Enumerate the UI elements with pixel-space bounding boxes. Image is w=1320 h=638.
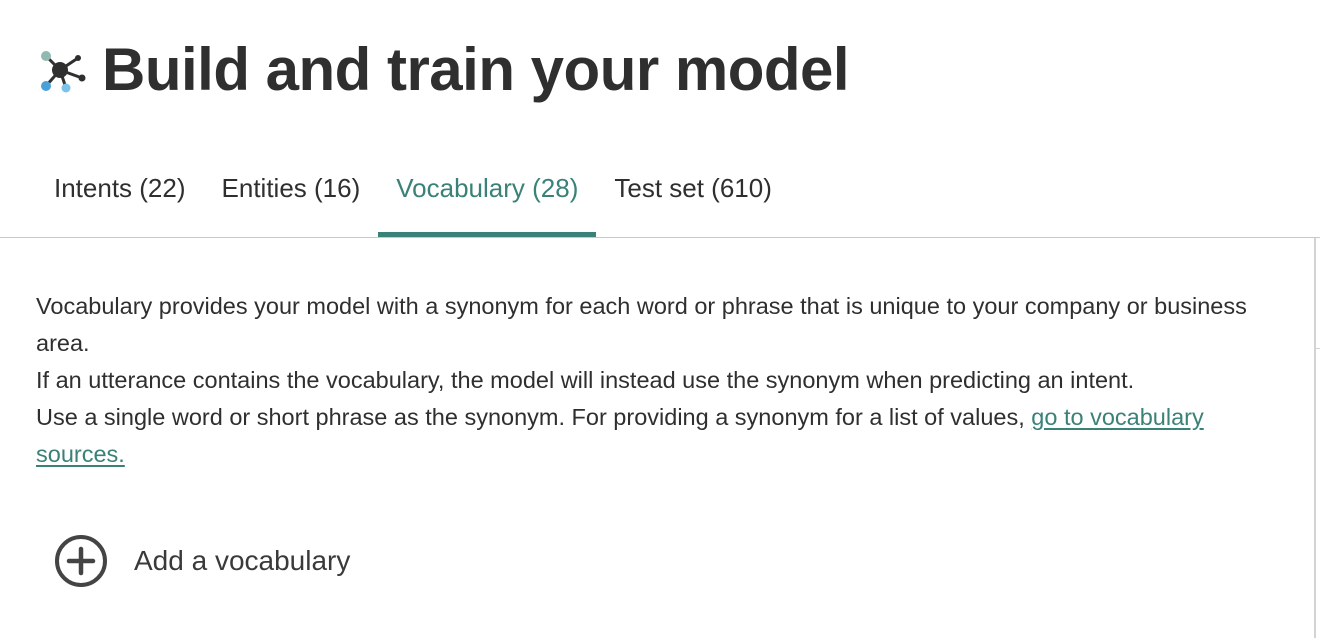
model-network-icon: [36, 44, 88, 96]
description-line-2: If an utterance contains the vocabulary,…: [36, 367, 1135, 393]
tab-vocabulary[interactable]: Vocabulary (28): [378, 150, 597, 238]
page-header: Build and train your model: [36, 30, 850, 110]
add-vocabulary-label: Add a vocabulary: [134, 545, 351, 576]
panel-right-border: [1314, 238, 1316, 638]
tab-test-set[interactable]: Test set (610): [596, 150, 790, 226]
page-title: Build and train your model: [102, 36, 850, 103]
tab-bar: Intents (22) Entities (16) Vocabulary (2…: [36, 150, 790, 238]
description-line-3-text: Use a single word or short phrase as the…: [36, 404, 1032, 430]
description-line-3: Use a single word or short phrase as the…: [36, 399, 1266, 473]
panel-edge-tick: [1316, 348, 1320, 349]
page: Build and train your model Intents (22) …: [0, 0, 1320, 638]
tab-entities[interactable]: Entities (16): [204, 150, 379, 226]
vocabulary-description: Vocabulary provides your model with a sy…: [36, 288, 1266, 473]
tab-divider: [0, 237, 1320, 238]
description-line-1: Vocabulary provides your model with a sy…: [36, 293, 1247, 356]
add-vocabulary-button[interactable]: Add a vocabulary: [52, 532, 350, 590]
plus-circle-icon[interactable]: [52, 532, 110, 590]
tab-intents[interactable]: Intents (22): [36, 150, 204, 226]
